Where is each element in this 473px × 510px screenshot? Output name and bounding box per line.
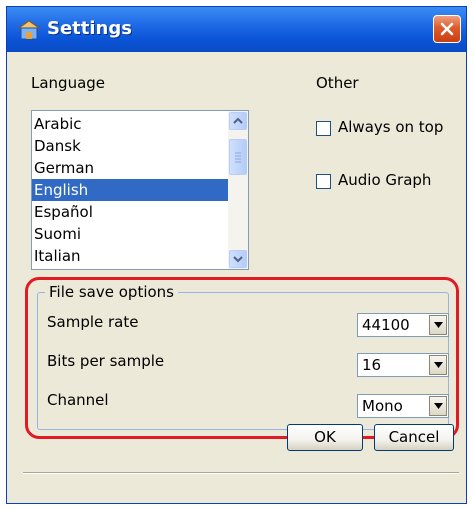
channel-select[interactable]: Mono — [357, 394, 449, 418]
bits-per-sample-dropdown-button[interactable] — [429, 355, 447, 375]
chevron-up-icon — [233, 117, 243, 124]
bits-per-sample-label: Bits per sample — [47, 352, 165, 370]
list-item-german[interactable]: German — [32, 157, 228, 179]
audio-graph-checkbox[interactable] — [316, 174, 331, 189]
channel-dropdown-button[interactable] — [429, 396, 447, 416]
settings-dialog: Settings Language Other Arabic Dansk Ger… — [6, 6, 467, 504]
separator — [23, 472, 459, 474]
language-listbox[interactable]: Arabic Dansk German English Español Suom… — [31, 110, 249, 270]
audio-graph-label[interactable]: Audio Graph — [338, 171, 431, 189]
list-item-italian[interactable]: Italian — [32, 245, 228, 267]
channel-value: Mono — [362, 397, 403, 415]
close-button[interactable] — [433, 15, 461, 43]
chevron-down-icon — [434, 403, 443, 409]
sample-rate-value: 44100 — [362, 316, 410, 334]
sample-rate-select[interactable]: 44100 — [357, 313, 449, 337]
scroll-up-button[interactable] — [229, 112, 247, 130]
title-bar[interactable]: Settings — [7, 7, 466, 52]
list-item-suomi[interactable]: Suomi — [32, 223, 228, 245]
other-heading: Other — [316, 74, 359, 92]
file-save-options-legend: File save options — [45, 283, 178, 301]
chevron-down-icon — [233, 256, 243, 263]
settings-app-icon — [16, 18, 42, 42]
list-item-english[interactable]: English — [32, 179, 228, 201]
bits-per-sample-select[interactable]: 16 — [357, 353, 449, 377]
language-scrollbar[interactable] — [228, 111, 248, 269]
language-heading: Language — [31, 74, 106, 92]
channel-label: Channel — [47, 391, 109, 409]
scroll-down-button[interactable] — [229, 250, 247, 268]
close-icon — [440, 22, 454, 36]
sample-rate-dropdown-button[interactable] — [429, 315, 447, 335]
grip-icon — [235, 152, 241, 163]
always-on-top-checkbox[interactable] — [316, 121, 331, 136]
window-title: Settings — [47, 18, 132, 39]
always-on-top-label[interactable]: Always on top — [338, 118, 443, 136]
sample-rate-label: Sample rate — [47, 313, 139, 331]
chevron-down-icon — [434, 362, 443, 368]
cancel-button[interactable]: Cancel — [374, 424, 454, 451]
list-item-dansk[interactable]: Dansk — [32, 135, 228, 157]
ok-button[interactable]: OK — [287, 424, 363, 451]
scroll-thumb[interactable] — [229, 139, 247, 175]
chevron-down-icon — [434, 322, 443, 328]
list-item-espanol[interactable]: Español — [32, 201, 228, 223]
list-item-arabic[interactable]: Arabic — [32, 113, 228, 135]
bits-per-sample-value: 16 — [362, 356, 382, 374]
